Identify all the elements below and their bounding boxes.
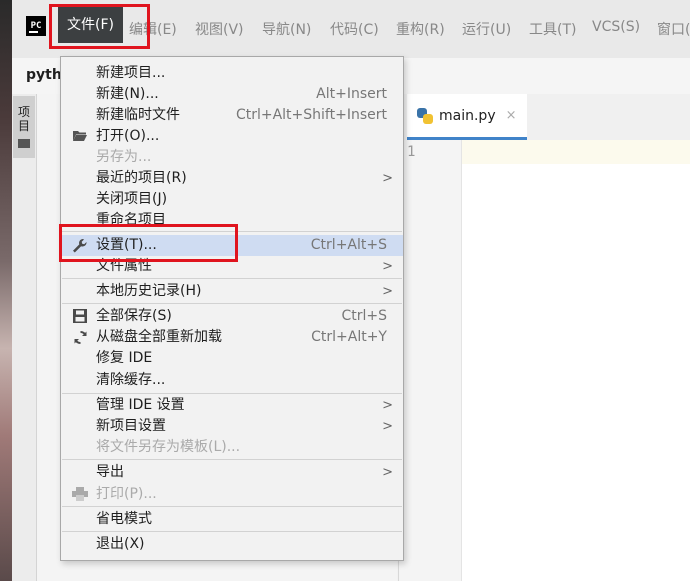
menu-item-label: 修复 IDE bbox=[96, 350, 153, 366]
menu-file[interactable]: 文件(F) bbox=[58, 7, 123, 43]
editor-area: main.py × 1 bbox=[398, 94, 690, 581]
menu-item-label: 设置(T)... bbox=[96, 237, 157, 253]
project-tab-label: 项目 bbox=[17, 105, 30, 133]
menu-item-save-as: 另存为... bbox=[61, 147, 403, 168]
menu-item-rename-project[interactable]: 重命名项目 bbox=[61, 210, 403, 231]
menu-item-new[interactable]: 新建(N)... Alt+Insert bbox=[61, 84, 403, 105]
menu-separator bbox=[62, 393, 402, 394]
menu-item-label: 文件属性 bbox=[96, 258, 152, 274]
menu-vcs[interactable]: VCS(S) bbox=[592, 19, 640, 35]
folder-open-icon bbox=[72, 129, 88, 144]
menu-item-label: 另存为... bbox=[96, 149, 152, 165]
menu-item-shortcut: Ctrl+Alt+Shift+Insert bbox=[235, 107, 387, 123]
menu-item-new-project-settings[interactable]: 新项目设置 > bbox=[61, 416, 403, 437]
menu-item-invalidate-caches[interactable]: 清除缓存... bbox=[61, 370, 403, 391]
pycharm-logo-icon: PC bbox=[26, 16, 46, 36]
menu-item-label: 省电模式 bbox=[96, 511, 152, 527]
menu-item-label: 将文件另存为模板(L)... bbox=[96, 439, 241, 455]
menu-item-label: 打开(O)... bbox=[96, 128, 160, 144]
menu-item-close-project[interactable]: 关闭项目(J) bbox=[61, 189, 403, 210]
menu-item-new-scratch-file[interactable]: 新建临时文件 Ctrl+Alt+Shift+Insert bbox=[61, 105, 403, 126]
menu-bar: PC 文件(F) 编辑(E) 视图(V) 导航(N) 代码(C) 重构(R) 运… bbox=[12, 0, 690, 59]
file-menu-dropdown: 新建项目... 新建(N)... Alt+Insert 新建临时文件 Ctrl+… bbox=[60, 56, 404, 561]
chevron-right-icon: > bbox=[382, 171, 393, 186]
menu-refactor[interactable]: 重构(R) bbox=[396, 19, 445, 39]
left-tool-strip: 项目 bbox=[12, 94, 37, 581]
menu-item-settings[interactable]: 设置(T)... Ctrl+Alt+S bbox=[61, 235, 403, 256]
menu-tools[interactable]: 工具(T) bbox=[529, 19, 576, 39]
menu-item-label: 关闭项目(J) bbox=[96, 191, 168, 207]
menu-item-power-save-mode[interactable]: 省电模式 bbox=[61, 509, 403, 530]
reload-icon bbox=[72, 330, 88, 345]
menu-item-shortcut: Alt+Insert bbox=[316, 86, 387, 102]
current-line-highlight[interactable] bbox=[462, 140, 690, 164]
menu-item-print: 打印(P)... bbox=[61, 484, 403, 505]
menu-view[interactable]: 视图(V) bbox=[195, 19, 244, 39]
menu-item-reload-all[interactable]: 从磁盘全部重新加载 Ctrl+Alt+Y bbox=[61, 327, 403, 348]
print-icon bbox=[72, 487, 88, 502]
menu-separator bbox=[62, 278, 402, 279]
menu-run[interactable]: 运行(U) bbox=[462, 19, 511, 39]
menu-item-label: 导出 bbox=[96, 464, 124, 480]
save-icon bbox=[72, 309, 88, 324]
python-file-icon bbox=[417, 107, 433, 124]
line-gutter: 1 bbox=[399, 140, 462, 581]
menu-item-manage-ide-settings[interactable]: 管理 IDE 设置 > bbox=[61, 395, 403, 416]
editor-tab-bar: main.py × bbox=[399, 94, 690, 141]
menu-item-recent-projects[interactable]: 最近的项目(R) > bbox=[61, 168, 403, 189]
menu-item-repair-ide[interactable]: 修复 IDE bbox=[61, 348, 403, 369]
menu-item-label: 从磁盘全部重新加载 bbox=[96, 329, 222, 345]
menu-separator bbox=[62, 459, 402, 460]
menu-code[interactable]: 代码(C) bbox=[330, 19, 379, 39]
menu-item-label: 清除缓存... bbox=[96, 372, 166, 388]
menu-item-label: 新建临时文件 bbox=[96, 107, 180, 123]
menu-item-label: 管理 IDE 设置 bbox=[96, 397, 185, 413]
menu-item-save-all[interactable]: 全部保存(S) Ctrl+S bbox=[61, 306, 403, 327]
menu-item-label: 新项目设置 bbox=[96, 418, 166, 434]
menu-item-new-project[interactable]: 新建项目... bbox=[61, 63, 403, 84]
menu-item-label: 全部保存(S) bbox=[96, 308, 172, 324]
menu-item-label: 新建(N)... bbox=[96, 86, 159, 102]
menu-separator bbox=[62, 231, 402, 232]
menu-item-save-as-template: 将文件另存为模板(L)... bbox=[61, 437, 403, 458]
menu-item-label: 重命名项目 bbox=[96, 212, 166, 228]
menu-separator bbox=[62, 531, 402, 532]
wrench-icon bbox=[72, 238, 88, 253]
folder-icon bbox=[18, 139, 30, 148]
menu-item-label: 打印(P)... bbox=[96, 486, 157, 502]
menu-separator bbox=[62, 303, 402, 304]
chevron-right-icon: > bbox=[382, 419, 393, 434]
project-name: pyth bbox=[26, 67, 62, 83]
chevron-right-icon: > bbox=[382, 284, 393, 299]
menu-item-export[interactable]: 导出 > bbox=[61, 462, 403, 483]
line-number: 1 bbox=[407, 144, 416, 160]
menu-item-open[interactable]: 打开(O)... bbox=[61, 126, 403, 147]
menu-item-label: 新建项目... bbox=[96, 65, 166, 81]
menu-separator bbox=[62, 506, 402, 507]
menu-item-shortcut: Ctrl+Alt+Y bbox=[311, 329, 387, 345]
chevron-right-icon: > bbox=[382, 259, 393, 274]
close-icon[interactable]: × bbox=[506, 108, 517, 123]
menu-item-label: 最近的项目(R) bbox=[96, 170, 187, 186]
menu-item-label: 本地历史记录(H) bbox=[96, 283, 202, 299]
menu-item-label: 退出(X) bbox=[96, 536, 145, 552]
desktop-wallpaper bbox=[0, 0, 12, 581]
menu-navigate[interactable]: 导航(N) bbox=[262, 19, 311, 39]
menu-edit[interactable]: 编辑(E) bbox=[129, 19, 177, 39]
project-tool-tab[interactable]: 项目 bbox=[13, 96, 35, 158]
chevron-right-icon: > bbox=[382, 398, 393, 413]
menu-item-local-history[interactable]: 本地历史记录(H) > bbox=[61, 281, 403, 302]
menu-item-exit[interactable]: 退出(X) bbox=[61, 534, 403, 555]
menu-item-shortcut: Ctrl+S bbox=[341, 308, 387, 324]
chevron-right-icon: > bbox=[382, 465, 393, 480]
menu-item-file-properties[interactable]: 文件属性 > bbox=[61, 256, 403, 277]
tab-main-py[interactable]: main.py × bbox=[407, 94, 527, 140]
menu-item-shortcut: Ctrl+Alt+S bbox=[310, 237, 387, 253]
menu-window[interactable]: 窗口( bbox=[657, 19, 690, 39]
tab-label: main.py bbox=[439, 107, 496, 124]
